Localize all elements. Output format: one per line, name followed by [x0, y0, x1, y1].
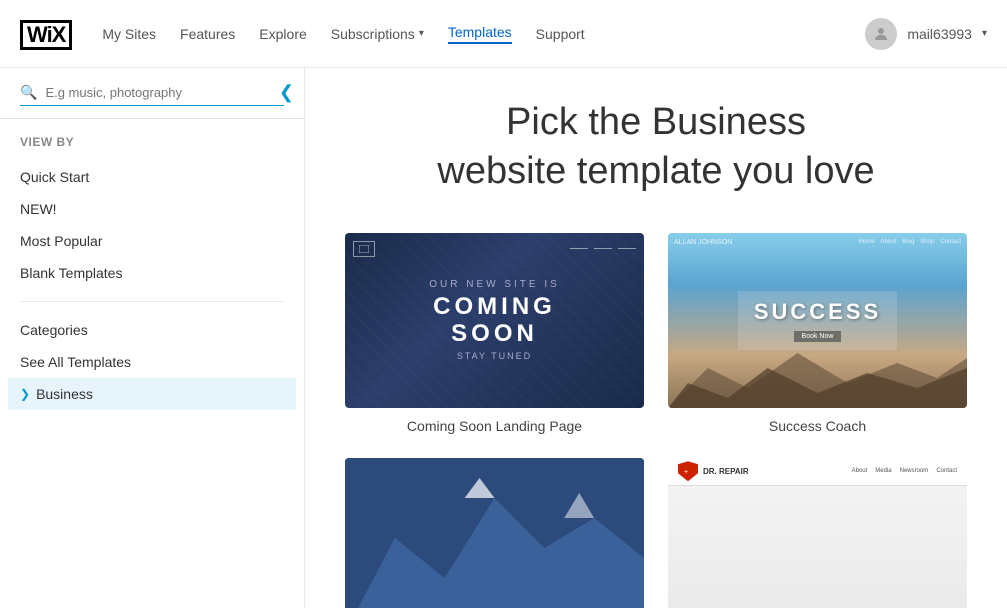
template-name-coming-soon: Coming Soon Landing Page — [345, 418, 644, 434]
success-cta-btn: Book Now — [794, 331, 842, 342]
nav-subscriptions[interactable]: Subscriptions ▾ — [331, 26, 424, 42]
coming-soon-sub: OUR NEW SITE IS — [429, 279, 560, 290]
drrepair-logo-area: + DR. REPAIR — [678, 461, 749, 481]
coming-soon-text: OUR NEW SITE IS COMINGSOON STAY TUNED — [429, 279, 560, 361]
mini-logo-box — [353, 241, 375, 257]
template-thumbnail-coming-soon: OUR NEW SITE IS COMINGSOON STAY TUNED — [345, 233, 644, 408]
wix-logo[interactable]: WiX — [20, 17, 72, 50]
sidebar-item-see-all[interactable]: See All Templates — [20, 346, 284, 378]
svg-text:+: + — [684, 469, 688, 476]
nav-my-sites[interactable]: My Sites — [102, 26, 156, 42]
mini-header — [353, 241, 636, 257]
drrepair-header: + DR. REPAIR About Media Newsroom Contac… — [668, 458, 967, 486]
sidebar-nav: View by Quick Start NEW! Most Popular Bl… — [0, 119, 304, 426]
drrepair-nav: About Media Newsroom Contact — [852, 468, 957, 474]
template-thumbnail-james: JAMES CONSULTING About Services Projects… — [345, 458, 644, 608]
sidebar-collapse-button[interactable]: ❮ — [279, 82, 294, 103]
sidebar-divider — [20, 301, 284, 302]
sidebar-item-blank-templates[interactable]: Blank Templates — [20, 257, 284, 289]
main-layout: ❮ 🔍 View by Quick Start NEW! Most Popula… — [0, 68, 1007, 608]
main-content: Pick the Business website template you l… — [305, 68, 1007, 608]
sidebar-item-new[interactable]: NEW! — [20, 193, 284, 225]
template-card-coming-soon[interactable]: OUR NEW SITE IS COMINGSOON STAY TUNED Co… — [345, 233, 644, 434]
template-card-drrepair[interactable]: + DR. REPAIR About Media Newsroom Contac… — [668, 458, 967, 608]
avatar[interactable] — [865, 18, 897, 50]
sidebar-item-most-popular[interactable]: Most Popular — [20, 225, 284, 257]
search-wrapper: 🔍 — [20, 84, 284, 106]
template-thumbnail-drrepair: + DR. REPAIR About Media Newsroom Contac… — [668, 458, 967, 608]
subscriptions-chevron-icon: ▾ — [419, 28, 424, 39]
username-label[interactable]: mail63993 — [907, 26, 972, 42]
template-card-success-coach[interactable]: ALLAN JOHNSON Home About Blog Shop Conta… — [668, 233, 967, 434]
sidebar-item-business[interactable]: ❯ Business — [8, 378, 296, 410]
success-box: SUCCESS Book Now — [738, 291, 897, 350]
coming-soon-main: COMINGSOON — [429, 294, 560, 347]
nav-explore[interactable]: Explore — [259, 26, 306, 42]
page-title: Pick the Business website template you l… — [345, 98, 967, 197]
sidebar-item-quick-start[interactable]: Quick Start — [20, 161, 284, 193]
sidebar: ❮ 🔍 View by Quick Start NEW! Most Popula… — [0, 68, 305, 608]
main-nav: My Sites Features Explore Subscriptions … — [102, 24, 865, 44]
template-name-success-coach: Success Coach — [668, 418, 967, 434]
view-by-label: View by — [20, 135, 284, 149]
header: WiX My Sites Features Explore Subscripti… — [0, 0, 1007, 68]
drrepair-shield-icon: + — [678, 461, 698, 481]
coming-soon-stay: STAY TUNED — [429, 351, 560, 361]
nav-support[interactable]: Support — [536, 26, 585, 42]
sidebar-item-categories[interactable]: Categories — [20, 314, 284, 346]
header-right: mail63993 ▾ — [865, 18, 987, 50]
business-chevron-icon: ❯ — [20, 387, 30, 401]
mini-nav — [570, 248, 636, 249]
nav-features[interactable]: Features — [180, 26, 235, 42]
nav-templates[interactable]: Templates — [448, 24, 512, 44]
username-chevron-icon[interactable]: ▾ — [982, 28, 987, 39]
template-card-james[interactable]: JAMES CONSULTING About Services Projects… — [345, 458, 644, 608]
search-icon: 🔍 — [20, 84, 37, 101]
template-thumbnail-success: ALLAN JOHNSON Home About Blog Shop Conta… — [668, 233, 967, 408]
search-input[interactable] — [45, 85, 284, 100]
drrepair-name-label: DR. REPAIR — [703, 467, 749, 476]
success-title: SUCCESS — [754, 299, 881, 325]
templates-grid: OUR NEW SITE IS COMINGSOON STAY TUNED Co… — [345, 233, 967, 608]
search-container: 🔍 — [0, 68, 304, 119]
